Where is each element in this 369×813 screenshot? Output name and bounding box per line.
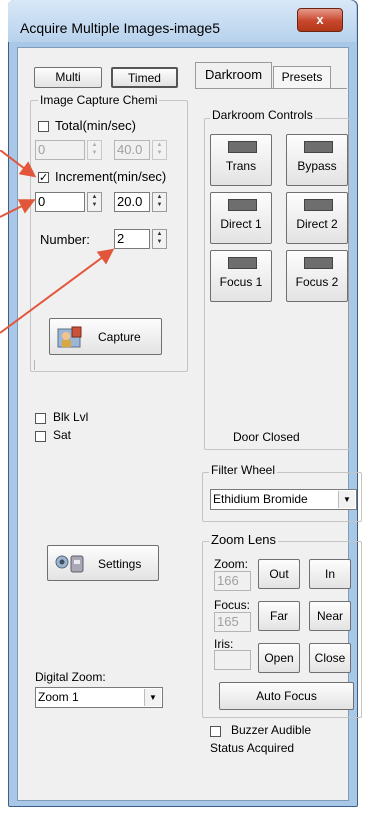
filter-wheel-select[interactable]: Ethidium Bromide ▼ — [210, 489, 357, 510]
lamp-indicator-icon — [304, 257, 333, 269]
timed-button[interactable]: Timed — [111, 67, 178, 88]
arrow-to-number-field — [0, 248, 115, 334]
increment-spinner-2[interactable]: ▲ ▼ — [152, 192, 167, 212]
digital-zoom-label: Digital Zoom: — [35, 670, 106, 684]
filter-wheel-label: Filter Wheel — [209, 463, 278, 477]
settings-camera-icon — [55, 555, 84, 573]
darkroom-trans-button[interactable]: Trans — [210, 134, 272, 186]
digital-zoom-value: Zoom 1 — [38, 690, 79, 704]
darkroom-controls-label: Darkroom Controls — [210, 108, 315, 122]
sat-checkbox[interactable] — [35, 431, 46, 442]
settings-button-label: Settings — [98, 557, 142, 571]
annotation-arrows — [0, 150, 115, 334]
darkroom-direct1-button[interactable]: Direct 1 — [210, 192, 272, 244]
darkroom-direct2-button[interactable]: Direct 2 — [286, 192, 348, 244]
tab-strip-divider — [195, 88, 347, 89]
digital-zoom-select[interactable]: Zoom 1 ▼ — [35, 687, 163, 708]
total-checkbox[interactable] — [38, 121, 49, 132]
tab-presets[interactable]: Presets — [273, 66, 331, 88]
iris-open-button[interactable]: Open — [258, 643, 300, 673]
buzzer-checkbox[interactable] — [210, 726, 221, 737]
total-label: Total(min/sec) — [55, 118, 136, 133]
focus-label: Focus: — [214, 598, 251, 612]
buzzer-label: Buzzer Audible — [231, 723, 312, 737]
lamp-indicator-icon — [228, 257, 257, 269]
zoom-value-field: 166 — [214, 571, 251, 591]
lamp-indicator-icon — [228, 141, 257, 153]
lamp-indicator-icon — [304, 141, 333, 153]
blk-lvl-checkbox[interactable] — [35, 413, 46, 424]
arrow-to-increment-checkbox — [0, 150, 37, 178]
focus-far-button[interactable]: Far — [258, 601, 300, 631]
zoom-out-button[interactable]: Out — [258, 559, 300, 589]
zoom-lens-label: Zoom Lens — [209, 532, 279, 547]
darkroom-focus1-button[interactable]: Focus 1 — [210, 250, 272, 302]
sat-label: Sat — [53, 428, 72, 442]
close-icon: x — [316, 12, 324, 27]
blk-lvl-label: Blk Lvl — [53, 410, 89, 424]
focus-value-field: 165 — [214, 612, 251, 632]
iris-value-field — [214, 650, 251, 670]
iris-label: Iris: — [214, 637, 234, 651]
window-title: Acquire Multiple Images-image5 — [20, 20, 220, 36]
number-spinner[interactable]: ▲ ▼ — [152, 229, 167, 249]
tab-darkroom[interactable]: Darkroom — [195, 62, 272, 88]
close-button[interactable]: x — [297, 8, 343, 32]
total-spinner-2[interactable]: ▲ ▼ — [152, 140, 167, 160]
door-status-text: Door Closed — [233, 430, 300, 444]
zoom-in-button[interactable]: In — [309, 559, 351, 589]
focus-near-button[interactable]: Near — [309, 601, 351, 631]
iris-close-button[interactable]: Close — [309, 643, 351, 673]
filter-wheel-value: Ethidium Bromide — [213, 492, 308, 506]
darkroom-focus2-button[interactable]: Focus 2 — [286, 250, 348, 302]
multi-button[interactable]: Multi — [34, 67, 102, 88]
lamp-indicator-icon — [228, 199, 257, 211]
zoom-label: Zoom: — [214, 557, 249, 571]
darkroom-bypass-button[interactable]: Bypass — [286, 134, 348, 186]
settings-button[interactable]: Settings — [47, 545, 159, 581]
status-text: Status Acquired — [210, 741, 295, 755]
auto-focus-button[interactable]: Auto Focus — [219, 682, 354, 710]
lamp-indicator-icon — [304, 199, 333, 211]
image-capture-group-label: Image Capture Chemi — [38, 93, 160, 107]
arrow-to-increment-field — [0, 199, 36, 218]
dropdown-arrow-icon[interactable]: ▼ — [144, 689, 161, 706]
dropdown-arrow-icon[interactable]: ▼ — [338, 491, 355, 508]
